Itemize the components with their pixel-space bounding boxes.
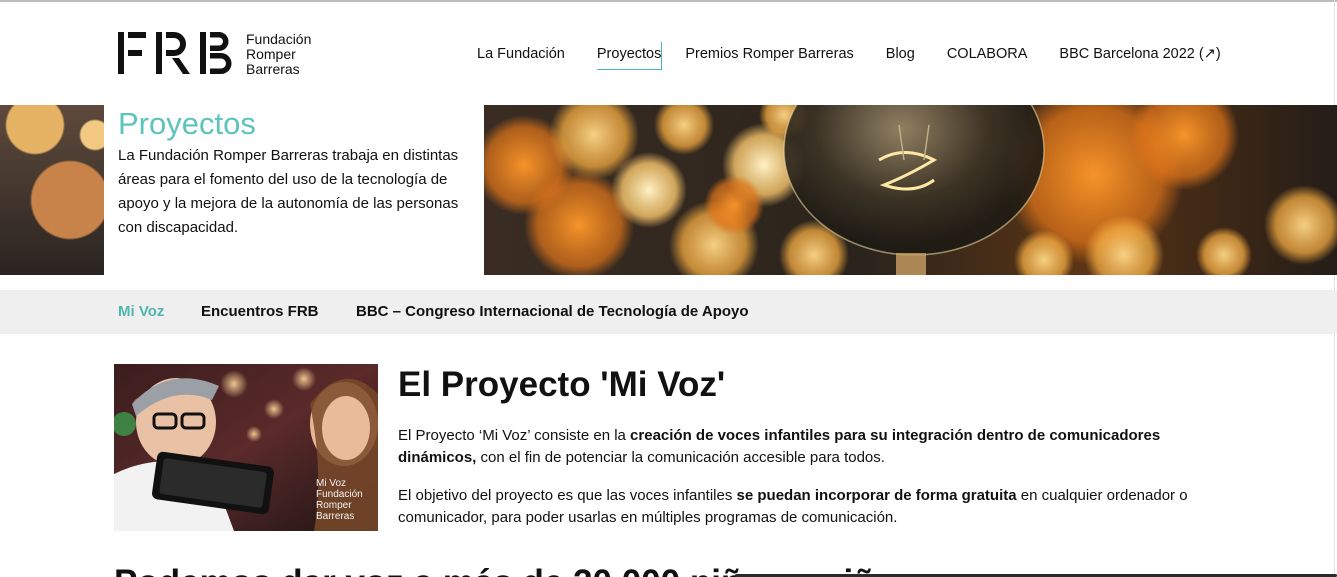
nav-la-fundacion[interactable]: La Fundación — [477, 46, 565, 70]
tab-bbc-congreso[interactable]: BBC – Congreso Internacional de Tecnolog… — [356, 303, 749, 320]
paragraph-1: El Proyecto ‘Mi Voz’ consiste en la crea… — [398, 425, 1228, 469]
lightbulb-bokeh-illustration — [484, 105, 1337, 275]
logo-letter-f — [118, 32, 146, 74]
caption-line-3: Romper — [316, 500, 352, 511]
page-title: Proyectos — [118, 106, 256, 141]
mi-voz-photo: Mi Voz Fundación Romper Barreras — [114, 364, 378, 531]
hero-lightbulb-image — [484, 105, 1337, 275]
mi-voz-content: El Proyecto 'Mi Voz' El Proyecto ‘Mi Voz… — [398, 364, 1228, 529]
hero-bokeh-left-image — [0, 105, 104, 275]
nav-blog[interactable]: Blog — [886, 46, 915, 70]
paragraph-1-c: con el fin de potenciar la comunicación … — [476, 449, 885, 466]
logo[interactable]: Fundación Romper Barreras — [118, 32, 311, 77]
hero-section: Proyectos La Fundación Romper Barreras t… — [0, 105, 1337, 275]
paragraph-2-a: El objetivo del proyecto es que las voce… — [398, 487, 737, 504]
paragraph-1-a: El Proyecto ‘Mi Voz’ consiste en la — [398, 427, 631, 444]
paragraph-2: El objetivo del proyecto es que las voce… — [398, 485, 1228, 529]
hero-description: La Fundación Romper Barreras trabaja en … — [118, 147, 459, 236]
section-heading: El Proyecto 'Mi Voz' — [398, 365, 726, 404]
nav-proyectos[interactable]: Proyectos — [596, 42, 663, 70]
caption-line-2: Fundación — [316, 489, 363, 500]
logo-text: Fundación Romper Barreras — [246, 32, 311, 77]
site-header: Fundación Romper Barreras La Fundación P… — [0, 2, 1337, 105]
logo-letter-b — [200, 32, 232, 74]
logo-line-1: Fundación — [246, 31, 312, 47]
logo-line-2: Romper — [246, 46, 296, 62]
frb-logo-mark — [118, 32, 232, 74]
nav-bbc-barcelona[interactable]: BBC Barcelona 2022 (↗) — [1059, 46, 1220, 70]
tab-encuentros-frb[interactable]: Encuentros FRB — [201, 303, 319, 320]
caption-line-1: Mi Voz — [316, 478, 347, 489]
tab-mi-voz[interactable]: Mi Voz — [118, 303, 164, 320]
nav-premios[interactable]: Premios Romper Barreras — [685, 46, 853, 70]
hero-text: Proyectos La Fundación Romper Barreras t… — [118, 105, 478, 240]
logo-line-3: Barreras — [246, 61, 300, 77]
nav-colabora[interactable]: COLABORA — [947, 46, 1028, 70]
logo-letter-r — [156, 32, 190, 74]
main-nav: La Fundación Proyectos Premios Romper Ba… — [477, 42, 1221, 70]
paragraph-2-bold: se puedan incorporar de forma gratuita — [736, 487, 1017, 504]
caption-line-4: Barreras — [316, 511, 355, 522]
photo-caption: Mi Voz Fundación Romper Barreras — [316, 478, 363, 522]
project-tabs: Mi Voz Encuentros FRB BBC – Congreso Int… — [0, 290, 1337, 334]
